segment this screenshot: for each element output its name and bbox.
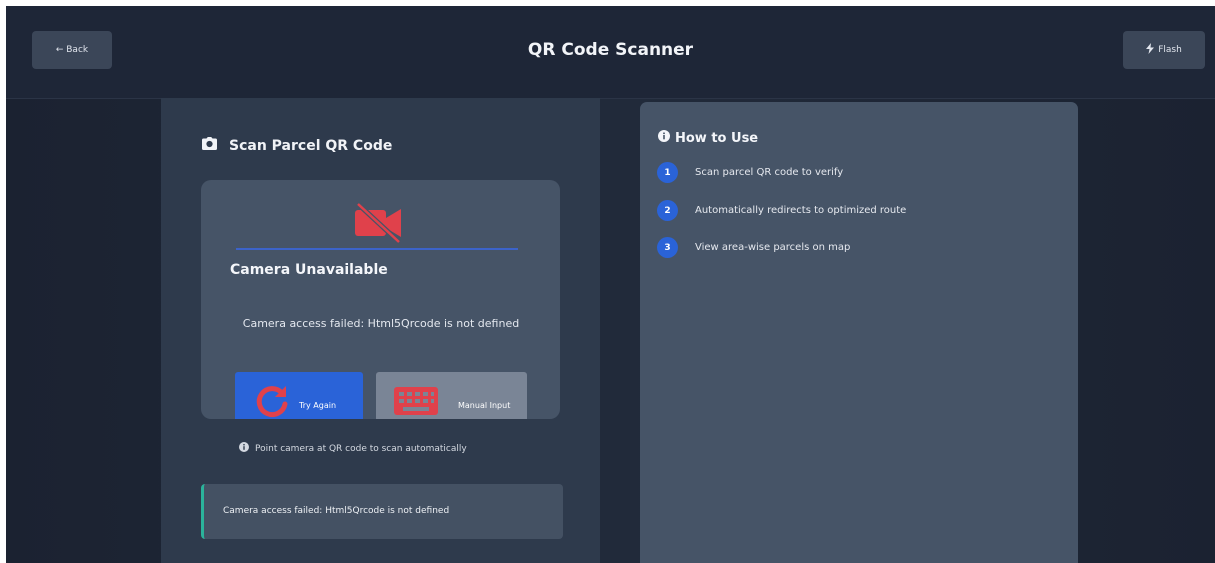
scan-hint: Point camera at QR code to scan automati…	[239, 442, 467, 455]
flash-label: Flash	[1158, 45, 1182, 55]
info-icon	[239, 442, 249, 455]
camera-status-title: Camera Unavailable	[230, 262, 388, 278]
help-title: How to Use	[658, 130, 758, 146]
scan-line	[236, 248, 518, 250]
try-again-label: Try Again	[299, 401, 337, 410]
step-text: View area-wise parcels on map	[695, 242, 851, 253]
manual-input-button[interactable]: Manual Input	[376, 372, 527, 419]
camera-icon	[202, 137, 217, 154]
keyboard-icon	[394, 387, 438, 417]
app-window: ← Back QR Code Scanner Flash Scan Parcel…	[6, 6, 1215, 563]
help-panel: How to Use 1 Scan parcel QR code to veri…	[640, 102, 1078, 563]
page-title: QR Code Scanner	[527, 40, 694, 60]
camera-status-message: Camera access failed: Html5Qrcode is not…	[242, 317, 520, 330]
bolt-icon	[1146, 43, 1155, 57]
scanner-heading: Scan Parcel QR Code	[202, 137, 392, 154]
step-text: Scan parcel QR code to verify	[695, 167, 844, 178]
error-alert: Camera access failed: Html5Qrcode is not…	[201, 484, 563, 539]
flash-button[interactable]: Flash	[1123, 31, 1205, 69]
camera-off-icon	[355, 202, 403, 248]
info-icon	[658, 130, 670, 146]
error-alert-text: Camera access failed: Html5Qrcode is not…	[223, 506, 450, 516]
refresh-icon	[254, 384, 290, 419]
help-step: 1 Scan parcel QR code to verify	[657, 162, 843, 183]
try-again-button[interactable]: Try Again	[235, 372, 363, 419]
scan-hint-text: Point camera at QR code to scan automati…	[255, 443, 467, 454]
scanner-heading-text: Scan Parcel QR Code	[229, 137, 393, 154]
step-number-badge: 1	[657, 162, 678, 183]
help-title-text: How to Use	[675, 130, 759, 146]
help-step: 2 Automatically redirects to optimized r…	[657, 200, 906, 221]
camera-viewport: Camera Unavailable Camera access failed:…	[201, 180, 560, 419]
manual-input-label: Manual Input	[458, 401, 511, 410]
step-text: Automatically redirects to optimized rou…	[695, 205, 907, 216]
help-step: 3 View area-wise parcels on map	[657, 237, 850, 258]
top-bar: ← Back QR Code Scanner Flash	[6, 6, 1215, 99]
scanner-panel: Scan Parcel QR Code Camera Unavailable C…	[161, 98, 600, 563]
step-number-badge: 3	[657, 237, 678, 258]
step-number-badge: 2	[657, 200, 678, 221]
